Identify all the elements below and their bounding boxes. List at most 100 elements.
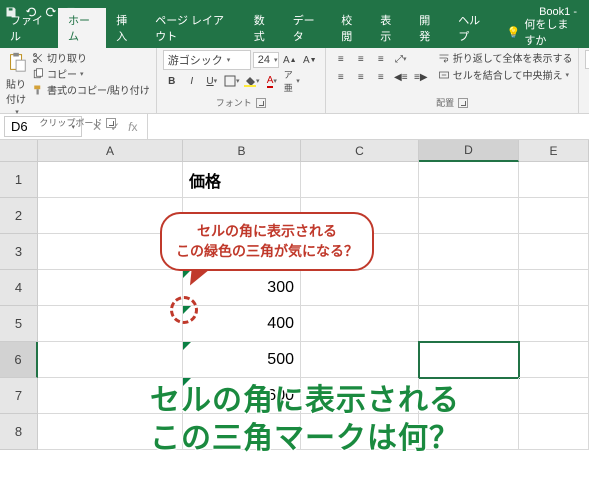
- cell-e7[interactable]: [519, 378, 589, 414]
- clipboard-dialog-launcher[interactable]: [106, 118, 116, 128]
- tab-review[interactable]: 校閲: [331, 8, 370, 48]
- tab-formulas[interactable]: 数式: [244, 8, 283, 48]
- cell-e4[interactable]: [519, 270, 589, 306]
- increase-indent-button[interactable]: ≡▶: [412, 68, 430, 86]
- paste-label: 貼り付け: [6, 76, 28, 106]
- cell-d5[interactable]: [419, 306, 519, 342]
- cell-b1[interactable]: 価格: [183, 162, 301, 198]
- select-all-corner[interactable]: [0, 140, 38, 162]
- cell-e5[interactable]: [519, 306, 589, 342]
- row-header-3[interactable]: 3: [0, 234, 38, 270]
- font-name-value: 游ゴシック: [168, 52, 223, 68]
- cell-d1[interactable]: [419, 162, 519, 198]
- col-header-d[interactable]: D: [419, 140, 519, 162]
- col-header-c[interactable]: C: [301, 140, 419, 162]
- orientation-button[interactable]: ⤢▾: [392, 50, 410, 68]
- merge-icon: [438, 69, 450, 81]
- row-header-5[interactable]: 5: [0, 306, 38, 342]
- cell-b6[interactable]: 500: [183, 342, 301, 378]
- decrease-font-button[interactable]: A▼: [301, 51, 319, 69]
- fill-color-button[interactable]: ▾: [243, 72, 261, 90]
- row-header-2[interactable]: 2: [0, 198, 38, 234]
- cell-a6[interactable]: [38, 342, 183, 378]
- cell-a1[interactable]: [38, 162, 183, 198]
- phonetic-button[interactable]: ア亜▾: [283, 72, 301, 90]
- tell-me-label: 何をしますか: [524, 16, 579, 48]
- increase-font-button[interactable]: A▲: [281, 51, 299, 69]
- tab-developer[interactable]: 開発: [409, 8, 448, 48]
- italic-button[interactable]: I: [183, 72, 201, 90]
- row-header-1[interactable]: 1: [0, 162, 38, 198]
- border-button[interactable]: ▾: [223, 72, 241, 90]
- format-painter-label: 書式のコピー/貼り付け: [47, 82, 150, 97]
- group-clipboard: 貼り付け ▾ 切り取り コピー ▾ 書式のコピー/貼り付け クリップボード: [0, 48, 157, 113]
- col-header-e[interactable]: E: [519, 140, 589, 162]
- cell-e8[interactable]: [519, 414, 589, 450]
- align-left-button[interactable]: ≡: [332, 68, 350, 86]
- cell-a4[interactable]: [38, 270, 183, 306]
- align-middle-button[interactable]: ≡: [352, 50, 370, 68]
- cell-c1[interactable]: [301, 162, 419, 198]
- tab-view[interactable]: 表示: [370, 8, 409, 48]
- copy-dropdown-icon[interactable]: ▾: [80, 70, 84, 78]
- align-top-button[interactable]: ≡: [332, 50, 350, 68]
- underline-button[interactable]: U▾: [203, 72, 221, 90]
- chevron-down-icon: ▾: [227, 56, 231, 64]
- copy-label: コピー: [47, 66, 77, 81]
- tab-insert[interactable]: 挿入: [106, 8, 145, 48]
- cell-a5[interactable]: [38, 306, 183, 342]
- row-header-7[interactable]: 7: [0, 378, 38, 414]
- col-header-a[interactable]: A: [38, 140, 183, 162]
- merge-center-button[interactable]: セルを結合して中央揃え ▾: [438, 67, 573, 82]
- tab-page-layout[interactable]: ページ レイアウト: [145, 8, 243, 48]
- font-size-select[interactable]: 24▾: [253, 52, 279, 68]
- copy-button[interactable]: コピー ▾: [32, 66, 150, 81]
- row-header-8[interactable]: 8: [0, 414, 38, 450]
- align-right-button[interactable]: ≡: [372, 68, 390, 86]
- font-color-button[interactable]: A▾: [263, 72, 281, 90]
- column-headers: A B C D E: [0, 140, 589, 162]
- row-header-6[interactable]: 6: [0, 342, 38, 378]
- scissors-icon: [32, 52, 44, 64]
- cell-c4[interactable]: [301, 270, 419, 306]
- font-dialog-launcher[interactable]: [256, 98, 266, 108]
- currency-button[interactable]: ¥▾: [585, 73, 589, 91]
- align-bottom-button[interactable]: ≡: [372, 50, 390, 68]
- cell-d4[interactable]: [419, 270, 519, 306]
- format-painter-button[interactable]: 書式のコピー/貼り付け: [32, 82, 150, 97]
- font-size-value: 24: [258, 54, 270, 66]
- cell-d3[interactable]: [419, 234, 519, 270]
- cell-b4-value: 300: [267, 279, 294, 297]
- cell-e2[interactable]: [519, 198, 589, 234]
- decrease-indent-button[interactable]: ◀≡: [392, 68, 410, 86]
- callout-line1: セルの角に表示される: [176, 222, 358, 242]
- tab-file[interactable]: ファイル: [0, 8, 58, 48]
- cell-c6[interactable]: [301, 342, 419, 378]
- cell-e1[interactable]: [519, 162, 589, 198]
- overlay-line2: この三角マークは何？: [150, 420, 460, 458]
- bold-button[interactable]: B: [163, 72, 181, 90]
- wrap-text-button[interactable]: 折り返して全体を表示する: [438, 50, 573, 65]
- cut-button[interactable]: 切り取り: [32, 50, 150, 65]
- font-name-select[interactable]: 游ゴシック ▾: [163, 50, 251, 70]
- tab-help[interactable]: ヘルプ: [448, 8, 497, 48]
- cell-e3[interactable]: [519, 234, 589, 270]
- row-header-4[interactable]: 4: [0, 270, 38, 306]
- copy-icon: [32, 68, 44, 80]
- border-icon: [224, 75, 236, 87]
- paste-button[interactable]: 貼り付け ▾: [6, 50, 28, 116]
- tab-data[interactable]: データ: [283, 8, 332, 48]
- cell-b5[interactable]: 400: [183, 306, 301, 342]
- col-header-b[interactable]: B: [183, 140, 301, 162]
- align-center-button[interactable]: ≡: [352, 68, 370, 86]
- cell-e6[interactable]: [519, 342, 589, 378]
- paste-dropdown-icon[interactable]: ▾: [15, 108, 19, 116]
- cell-c5[interactable]: [301, 306, 419, 342]
- formula-bar[interactable]: [147, 114, 589, 139]
- tell-me-search[interactable]: 💡 何をしますか: [497, 16, 589, 48]
- cell-d6[interactable]: [419, 342, 519, 378]
- number-format-select[interactable]: 標準▾: [585, 50, 589, 69]
- alignment-dialog-launcher[interactable]: [458, 98, 468, 108]
- tab-home[interactable]: ホーム: [58, 8, 106, 48]
- cell-d2[interactable]: [419, 198, 519, 234]
